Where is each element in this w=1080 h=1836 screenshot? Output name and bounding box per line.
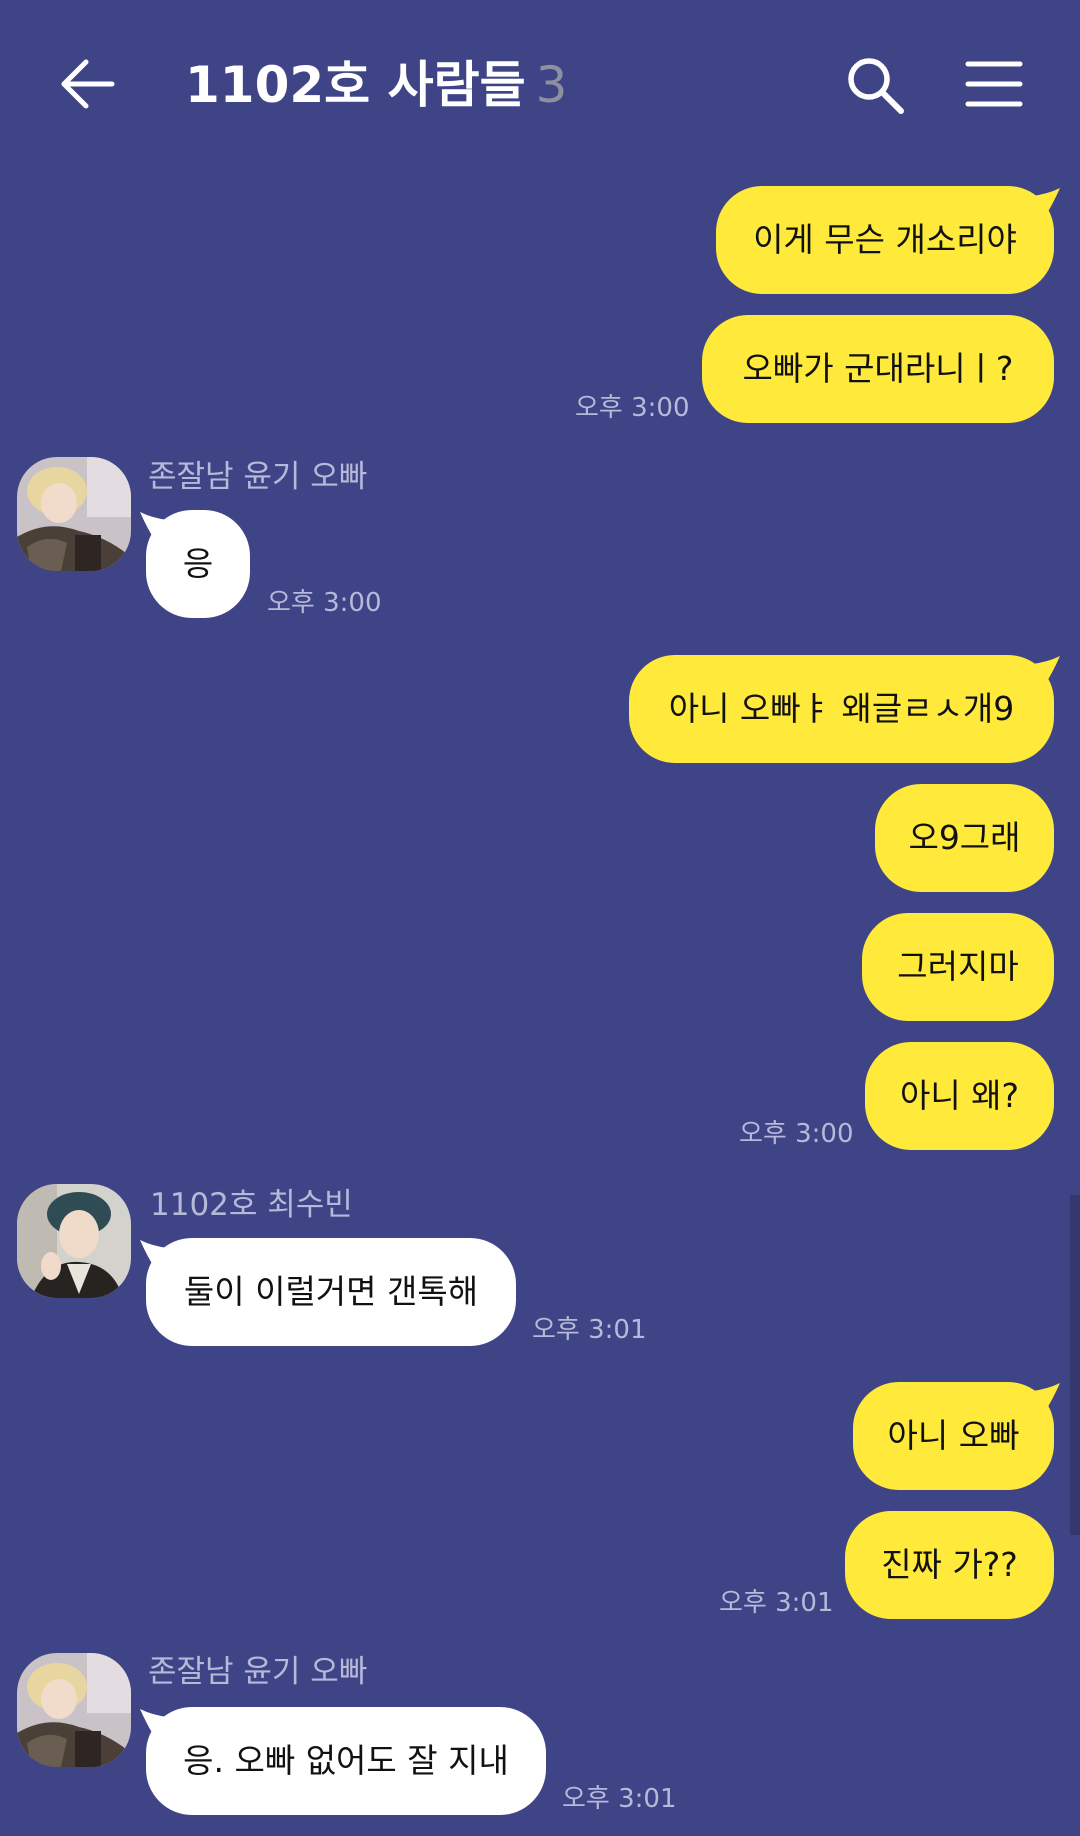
sender-name: 존잘남 윤기 오빠 — [148, 1654, 368, 1690]
message-timestamp: 오후 3:01 — [562, 1784, 677, 1814]
their-message-bubble[interactable]: 둘이 이럴거면 갠톡해 — [146, 1238, 516, 1346]
avatar-soobin[interactable] — [17, 1184, 131, 1298]
message-timestamp: 오후 3:00 — [739, 1119, 854, 1149]
my-message-bubble[interactable]: 오9그래 — [875, 784, 1054, 892]
avatar-image — [17, 457, 131, 571]
chat-title: 1102호 사람들 3 — [185, 52, 567, 118]
search-icon — [848, 58, 904, 114]
avatar-yoongi[interactable] — [17, 1653, 131, 1767]
my-message-bubble[interactable]: 아니 왜? — [865, 1042, 1054, 1150]
arrow-left-icon — [61, 59, 115, 109]
my-message-bubble[interactable]: 진짜 가?? — [845, 1511, 1054, 1619]
my-message-bubble[interactable]: 아니 오빠 — [853, 1382, 1054, 1490]
chat-room-name: 1102호 사람들 — [185, 56, 526, 114]
hamburger-menu-icon — [965, 61, 1023, 107]
avatar-image — [17, 1184, 131, 1298]
my-message-bubble[interactable]: 그러지마 — [862, 913, 1054, 1021]
member-count: 3 — [535, 56, 568, 114]
avatar-image — [17, 1653, 131, 1767]
chat-header: 1102호 사람들 3 — [0, 0, 1080, 170]
their-message-bubble[interactable]: 응. 오빠 없어도 잘 지내 — [146, 1707, 546, 1815]
their-message-bubble[interactable]: 응 — [146, 510, 250, 618]
search-button[interactable] — [844, 54, 906, 116]
menu-button[interactable] — [964, 56, 1024, 112]
my-message-bubble[interactable]: 오빠가 군대라니ㅣ? — [702, 315, 1054, 423]
message-timestamp: 오후 3:00 — [575, 393, 690, 423]
message-timestamp: 오후 3:00 — [267, 588, 382, 618]
sender-name: 존잘남 윤기 오빠 — [148, 459, 368, 495]
message-timestamp: 오후 3:01 — [719, 1588, 834, 1618]
message-timestamp: 오후 3:01 — [532, 1315, 647, 1345]
sender-name: 1102호 최수빈 — [150, 1187, 353, 1223]
scrollbar[interactable] — [1070, 1195, 1080, 1535]
back-button[interactable] — [56, 52, 120, 116]
my-message-bubble[interactable]: 아니 오빠ㅑ 왜글ㄹㅅ개9 — [629, 655, 1054, 763]
my-message-bubble[interactable]: 이게 무슨 개소리야 — [716, 186, 1054, 294]
avatar-yoongi[interactable] — [17, 457, 131, 571]
